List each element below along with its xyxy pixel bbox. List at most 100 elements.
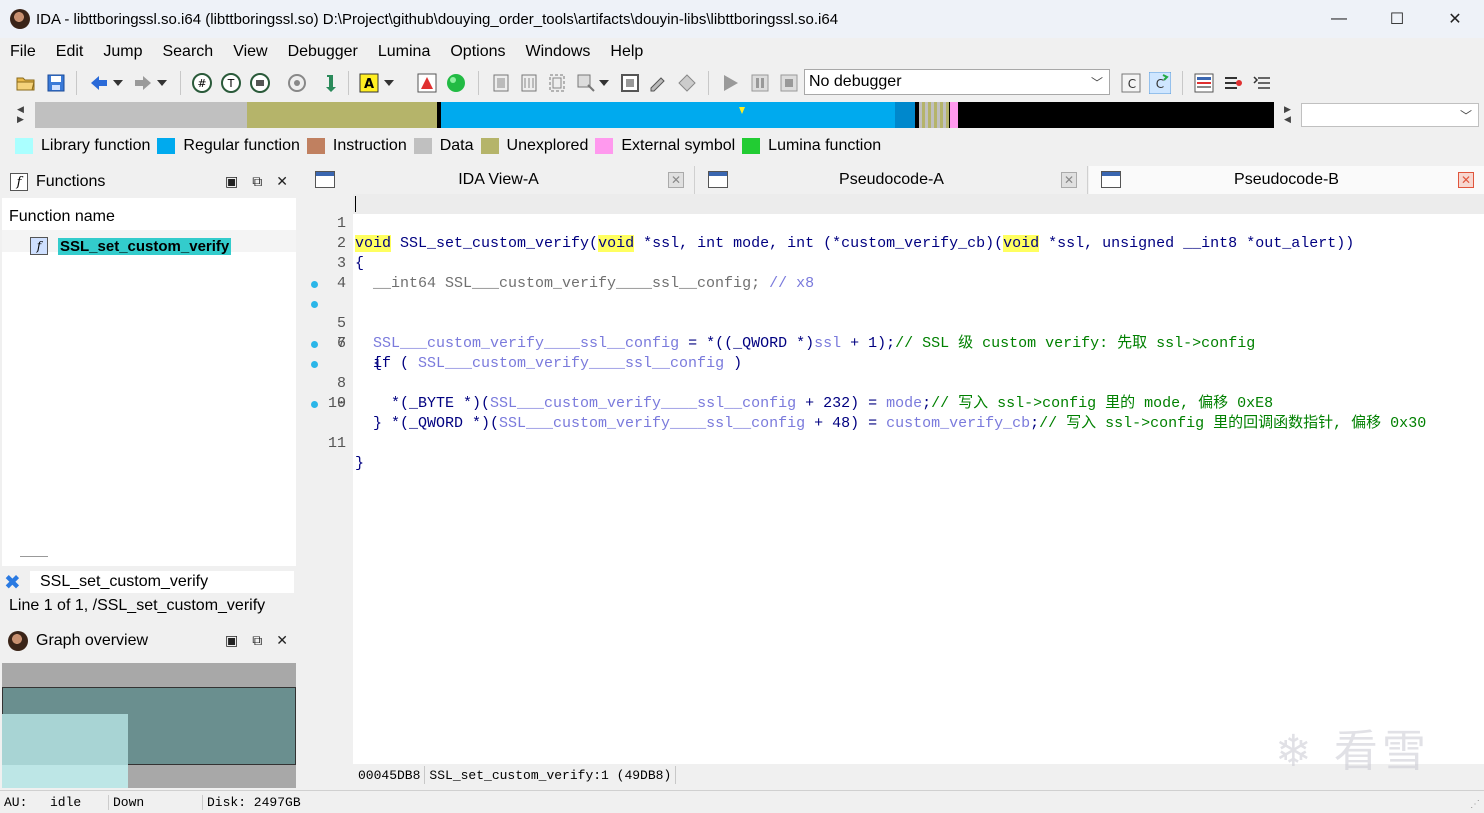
panel-float-icon[interactable]: ⧉ xyxy=(252,173,262,190)
function-search-input[interactable] xyxy=(30,571,294,593)
close-window-button[interactable]: ✕ xyxy=(1426,0,1484,38)
legend-swatch xyxy=(157,138,176,154)
menu-view[interactable]: View xyxy=(223,43,277,61)
code-line[interactable]: 10 } xyxy=(303,374,1484,432)
code-line[interactable]: 5 SSL___custom_verify____ssl__config = *… xyxy=(303,274,1484,352)
tab-close-icon[interactable]: ✕ xyxy=(1061,172,1077,188)
rename-icon[interactable] xyxy=(647,72,669,94)
forward-arrow-icon[interactable] xyxy=(132,72,154,94)
search-direction[interactable]: Down xyxy=(108,794,202,810)
play-icon[interactable] xyxy=(719,72,741,94)
maximize-button[interactable]: ☐ xyxy=(1368,0,1426,38)
panel-close-icon[interactable]: ✕ xyxy=(276,632,288,649)
menu-edit[interactable]: Edit xyxy=(46,43,94,61)
kanxue-watermark: ❄ 看雪 xyxy=(1275,726,1430,777)
struct-icon[interactable] xyxy=(546,72,568,94)
proximity-view-icon[interactable] xyxy=(286,72,308,94)
list-view-icon[interactable] xyxy=(1193,72,1215,94)
array-icon[interactable] xyxy=(575,72,597,94)
title-bar: IDA - libttboringssl.so.i64 (libttboring… xyxy=(0,0,1484,38)
breakpoint-dot-icon[interactable] xyxy=(311,301,318,308)
menu-jump[interactable]: Jump xyxy=(93,43,152,61)
nav-segment-data xyxy=(35,102,247,128)
breakpoint-dot-icon[interactable] xyxy=(311,361,318,368)
back-dropdown-icon[interactable] xyxy=(111,72,125,94)
code-line[interactable]: 1 void SSL_set_custom_verify(void *ssl, … xyxy=(303,194,1484,252)
resize-grip-icon[interactable]: ⋰ xyxy=(1470,799,1480,811)
minimize-button[interactable]: — xyxy=(1310,0,1368,38)
clear-search-icon[interactable]: ✖ xyxy=(4,570,26,595)
save-icon[interactable] xyxy=(45,72,67,94)
tab-pseudocode-a[interactable]: Pseudocode-A ✕ xyxy=(696,166,1088,194)
menu-options[interactable]: Options xyxy=(440,43,515,61)
pseudocode-view[interactable]: 1 void SSL_set_custom_verify(void *ssl, … xyxy=(303,194,1484,788)
tab-ida-view-a[interactable]: IDA View-A ✕ xyxy=(303,166,695,194)
breakpoint-dot-icon[interactable] xyxy=(311,401,318,408)
data-icon[interactable] xyxy=(518,72,540,94)
code-line[interactable]: 8 *(_BYTE *)(SSL___custom_verify____ssl_… xyxy=(303,334,1484,412)
status-bar: AU: idle Down Disk: 2497GB ⋰ xyxy=(0,790,1484,813)
color-picker-icon[interactable] xyxy=(416,72,438,94)
nav-band-combo[interactable]: ﹀ xyxy=(1301,103,1479,127)
debugger-select[interactable]: No debugger ﹀ xyxy=(804,69,1110,95)
copy-c-icon[interactable]: C xyxy=(1120,72,1142,94)
breakpoint-list-icon[interactable] xyxy=(1222,72,1244,94)
refresh-c-icon[interactable]: C xyxy=(1149,72,1171,94)
code-line[interactable]: 6 if ( SSL___custom_verify____ssl__confi… xyxy=(303,294,1484,372)
function-name-column-header[interactable]: Function name xyxy=(2,204,296,230)
graph-overview-canvas[interactable] xyxy=(2,663,296,788)
horizontal-scroll-indicator[interactable] xyxy=(20,556,48,557)
panel-float-icon[interactable]: ⧉ xyxy=(252,632,262,649)
toolbar-separator xyxy=(478,71,479,95)
functions-panel-title: Functions xyxy=(36,173,106,190)
navigation-band[interactable] xyxy=(35,102,1274,128)
highlight-text-icon[interactable]: A xyxy=(358,72,380,94)
array-dropdown-icon[interactable] xyxy=(597,72,611,94)
svg-text:A: A xyxy=(364,77,374,92)
breakpoint-dot-icon[interactable] xyxy=(311,281,318,288)
hex-view-icon[interactable]: # xyxy=(191,72,213,94)
code-line[interactable]: 4 xyxy=(303,254,1484,292)
code-line[interactable]: 9 *(_QWORD *)(SSL___custom_verify____ssl… xyxy=(303,354,1484,432)
list-item[interactable]: f SSL_set_custom_verify xyxy=(30,236,232,256)
panel-maximize-icon[interactable]: ▣ xyxy=(225,173,238,190)
menu-file[interactable]: File xyxy=(0,43,46,61)
lumina-green-icon[interactable] xyxy=(445,72,467,94)
menu-lumina[interactable]: Lumina xyxy=(368,43,440,61)
view-tab-bar: IDA View-A ✕ Pseudocode-A ✕ Pseudocode-B… xyxy=(303,166,1484,194)
back-arrow-icon[interactable] xyxy=(88,72,110,94)
undefine-icon[interactable] xyxy=(619,72,641,94)
diamond-icon[interactable] xyxy=(676,72,698,94)
menu-windows[interactable]: Windows xyxy=(515,43,600,61)
nav-segment-mixed xyxy=(919,102,949,128)
jump-into-icon[interactable] xyxy=(321,72,343,94)
tab-close-icon[interactable]: ✕ xyxy=(1458,172,1474,188)
trace-list-icon[interactable] xyxy=(1251,72,1273,94)
breakpoint-dot-icon[interactable] xyxy=(311,341,318,348)
code-line[interactable]: 11 } xyxy=(303,394,1484,472)
nav-current-position-icon xyxy=(738,102,746,114)
nav-left-arrows-icon[interactable]: ◀ ▶ xyxy=(17,104,24,124)
graph-view-icon[interactable] xyxy=(249,72,271,94)
code-line[interactable]: 2 { xyxy=(303,214,1484,272)
tab-pseudocode-b[interactable]: Pseudocode-B ✕ xyxy=(1089,166,1484,194)
forward-dropdown-icon[interactable] xyxy=(155,72,169,94)
stop-icon[interactable] xyxy=(778,72,800,94)
code-line[interactable]: 7 { xyxy=(303,314,1484,372)
open-folder-icon[interactable] xyxy=(15,72,37,94)
tab-close-icon[interactable]: ✕ xyxy=(668,172,684,188)
function-name[interactable]: SSL_set_custom_verify xyxy=(58,237,232,255)
code-icon[interactable] xyxy=(490,72,512,94)
text-view-icon[interactable]: T xyxy=(220,72,242,94)
code-line[interactable]: 3 __int64 SSL___custom_verify____ssl__co… xyxy=(303,234,1484,292)
panel-close-icon[interactable]: ✕ xyxy=(276,173,288,190)
highlight-dropdown-icon[interactable] xyxy=(382,72,396,94)
nav-right-arrows-icon[interactable]: ▶ ◀ xyxy=(1284,104,1291,124)
local-variable[interactable]: SSL___custom_verify____ssl__config xyxy=(499,415,805,432)
menu-debugger[interactable]: Debugger xyxy=(278,43,368,61)
menu-help[interactable]: Help xyxy=(600,43,653,61)
menu-search[interactable]: Search xyxy=(152,43,223,61)
pause-icon[interactable] xyxy=(749,72,771,94)
panel-maximize-icon[interactable]: ▣ xyxy=(225,632,238,649)
argument-custom-verify-cb[interactable]: custom_verify_cb xyxy=(886,415,1030,432)
